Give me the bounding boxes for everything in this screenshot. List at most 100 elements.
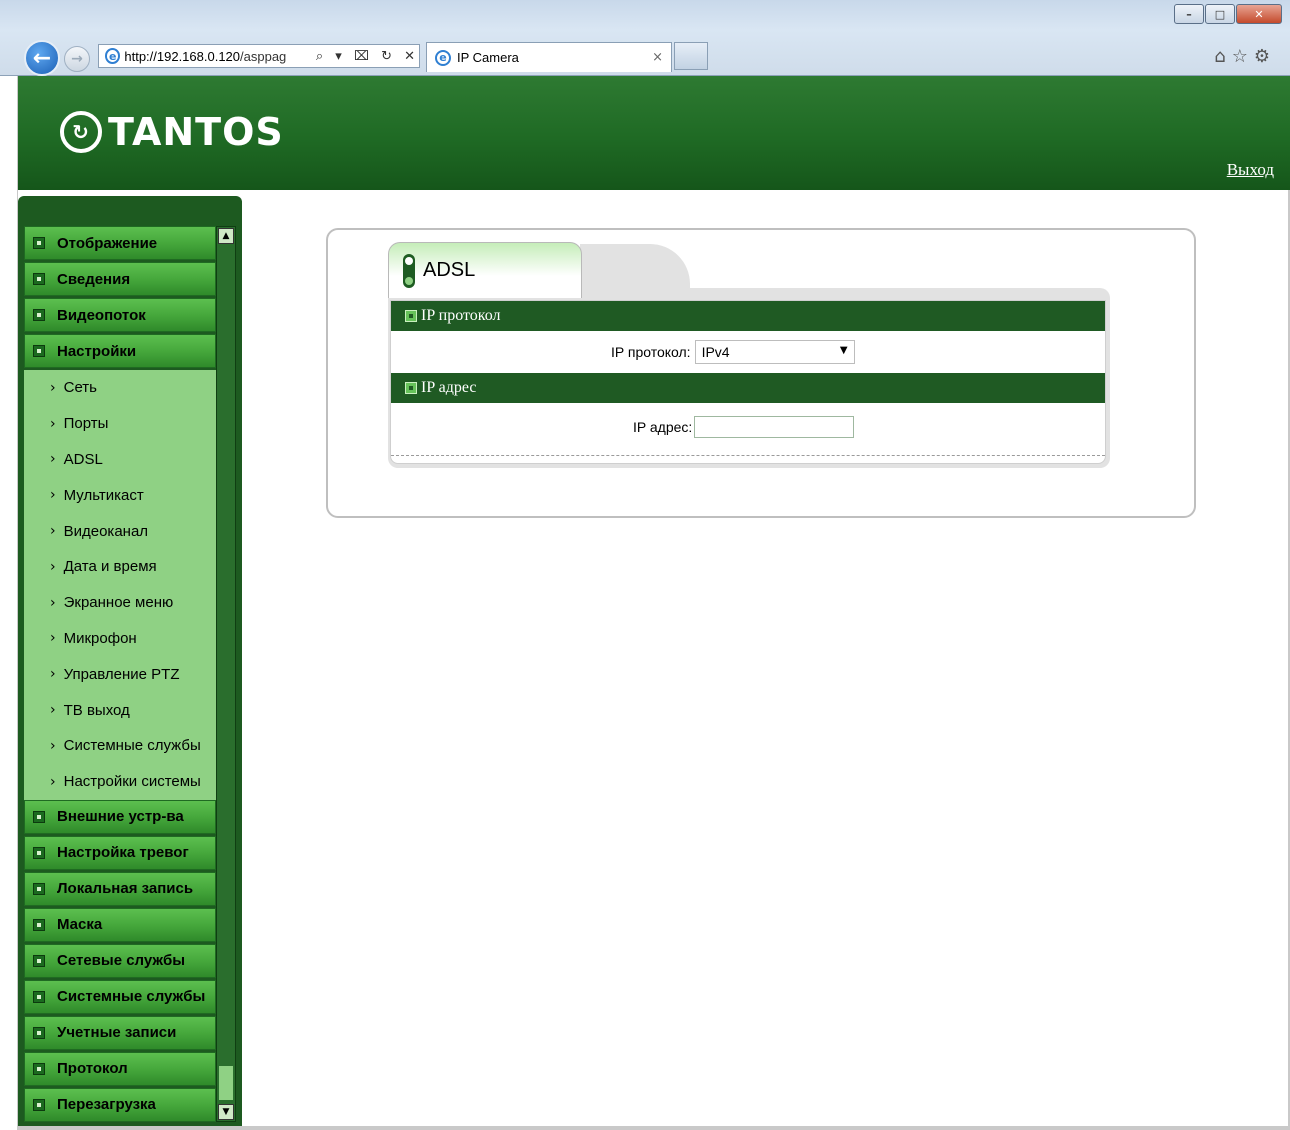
chevron-right-icon: › <box>50 415 56 432</box>
ip-address-input[interactable] <box>694 416 855 438</box>
tab-adsl-label: ADSL <box>423 259 476 281</box>
ip-protocol-label: IP протокол: <box>611 344 691 360</box>
section-bullet-icon <box>405 382 417 394</box>
menu-bullet-icon <box>33 345 45 357</box>
menu-bullet-icon <box>33 237 45 249</box>
chevron-right-icon: › <box>50 523 56 540</box>
menu-bullet-icon <box>33 1062 45 1075</box>
home-icon[interactable]: ⌂ <box>1214 46 1231 67</box>
logo-text: TANTOS <box>108 110 284 154</box>
menu-bullet-icon <box>33 918 45 931</box>
chevron-right-icon: › <box>50 737 56 754</box>
menu-log[interactable]: Протокол <box>24 1051 216 1086</box>
dropdown-arrow-icon: ▼ <box>839 345 848 356</box>
scroll-thumb[interactable] <box>218 1065 234 1101</box>
sidebar-item-network[interactable]: › Сеть <box>24 370 216 406</box>
browser-tab[interactable]: e IP Camera × <box>426 42 672 72</box>
chevron-right-icon: › <box>50 379 56 396</box>
sidebar-item-videochannel[interactable]: › Видеоканал <box>24 513 216 549</box>
menu-bullet-icon <box>33 810 45 823</box>
sidebar-item-system-settings[interactable]: › Настройки системы <box>24 764 216 800</box>
menu-bullet-icon <box>33 954 45 967</box>
settings-panel: ADSL IP протокол IP протокол: IPv4 ▼ IP … <box>326 228 1196 518</box>
menu-external-devices[interactable]: Внешние устр-ва <box>24 799 216 834</box>
forward-arrow-icon[interactable]: → <box>64 46 90 72</box>
scroll-down-icon[interactable]: ▼ <box>218 1104 234 1120</box>
menu-settings[interactable]: Настройки <box>24 334 216 368</box>
section-bullet-icon <box>405 310 417 322</box>
chevron-right-icon: › <box>50 451 56 468</box>
menu-system-services[interactable]: Системные службы <box>24 979 216 1014</box>
chevron-right-icon: › <box>50 630 56 647</box>
menu-mask[interactable]: Маска <box>24 907 216 942</box>
tab-title: IP Camera <box>457 50 519 65</box>
menu-display[interactable]: Отображение <box>24 226 216 260</box>
menu-network-services[interactable]: Сетевые службы <box>24 943 216 978</box>
logout-link[interactable]: Выход <box>1227 160 1274 180</box>
ie-icon: e <box>435 49 451 66</box>
back-arrow-icon[interactable]: ← <box>24 40 60 76</box>
chevron-right-icon: › <box>50 702 56 719</box>
menu-bullet-icon <box>33 882 45 895</box>
new-tab-button[interactable] <box>674 42 708 70</box>
menu-reboot[interactable]: Перезагрузка <box>24 1087 216 1122</box>
sidebar-item-microphone[interactable]: › Микрофон <box>24 621 216 657</box>
section-ip-address: IP адрес <box>391 373 1105 403</box>
sidebar-item-ports[interactable]: › Порты <box>24 406 216 442</box>
chevron-right-icon: › <box>50 594 56 611</box>
ip-address-row: IP адрес: <box>391 403 1105 451</box>
browser-toolbar-icons: ⌂☆⚙ <box>1214 46 1276 67</box>
logo-ring-icon: ↻ <box>60 111 102 153</box>
menu-alarms[interactable]: Настройка тревог <box>24 835 216 870</box>
menu-videostream[interactable]: Видеопоток <box>24 298 216 332</box>
settings-submenu: › Сеть › Порты › ADSL › Мультикаст › Видеокан… <box>24 370 216 800</box>
ie-icon: e <box>105 48 121 64</box>
sidebar-item-multicast[interactable]: › Мультикаст <box>24 477 216 513</box>
tantos-logo: ↻ TANTOS <box>60 110 284 154</box>
star-icon[interactable]: ☆ <box>1232 46 1254 67</box>
menu-bullet-icon <box>33 990 45 1003</box>
close-window-button[interactable]: ✕ <box>1236 4 1282 24</box>
chevron-right-icon: › <box>50 487 56 504</box>
menu-bullet-icon <box>33 1026 45 1039</box>
browser-chrome: – □ ✕ ← → e http://192.168.0.120/asppag … <box>0 0 1290 76</box>
gear-icon[interactable]: ⚙ <box>1254 46 1276 67</box>
sidebar-item-adsl[interactable]: › ADSL <box>24 442 216 478</box>
bottom-edge <box>18 1126 1290 1130</box>
tab-adsl[interactable]: ADSL <box>388 242 582 298</box>
menu-accounts[interactable]: Учетные записи <box>24 1015 216 1050</box>
window-controls: – □ ✕ <box>1173 4 1282 24</box>
maximize-button[interactable]: □ <box>1205 4 1235 24</box>
ip-protocol-row: IP протокол: IPv4 ▼ <box>391 331 1105 373</box>
menu-local-record[interactable]: Локальная запись <box>24 871 216 906</box>
dashed-divider <box>391 455 1105 456</box>
address-tools[interactable]: ⌕ ▾ ⌧ ↻ ✕ <box>316 49 419 64</box>
menu-bullet-icon <box>33 309 45 321</box>
close-tab-icon[interactable]: × <box>652 50 663 65</box>
sidebar-item-tvout[interactable]: › ТВ выход <box>24 692 216 728</box>
sidebar-item-osd[interactable]: › Экранное меню <box>24 585 216 621</box>
sidebar-scrollbar[interactable]: ▲ ▼ <box>216 226 236 1122</box>
minimize-button[interactable]: – <box>1174 4 1204 24</box>
ip-address-label: IP адрес: <box>633 419 693 435</box>
chevron-right-icon: › <box>50 666 56 683</box>
address-bar[interactable]: e http://192.168.0.120/asppag ⌕ ▾ ⌧ ↻ ✕ <box>98 44 420 68</box>
menu-info[interactable]: Сведения <box>24 262 216 296</box>
sidebar: Отображение Сведения Видеопоток Настройк… <box>18 196 242 1128</box>
section-ip-protocol: IP протокол <box>391 301 1105 331</box>
chevron-right-icon: › <box>50 558 56 575</box>
sidebar-item-ptz[interactable]: › Управление PTZ <box>24 656 216 692</box>
sidebar-item-datetime[interactable]: › Дата и время <box>24 549 216 585</box>
sidebar-item-system-services[interactable]: › Системные службы <box>24 728 216 764</box>
url-text: http://192.168.0.120/asppag <box>124 48 287 64</box>
page-header: ↻ TANTOS Выход <box>18 76 1290 190</box>
menu-bullet-icon <box>33 846 45 859</box>
adsl-form: IP протокол IP протокол: IPv4 ▼ IP адрес… <box>390 300 1106 464</box>
chevron-right-icon: › <box>50 773 56 790</box>
scroll-up-icon[interactable]: ▲ <box>218 228 234 244</box>
ip-protocol-select[interactable]: IPv4 ▼ <box>694 340 855 364</box>
menu-bullet-icon <box>33 1098 45 1111</box>
left-edge <box>0 76 18 1130</box>
menu-bullet-icon <box>33 273 45 285</box>
sidebar-menu: Отображение Сведения Видеопоток Настройк… <box>24 226 216 1124</box>
